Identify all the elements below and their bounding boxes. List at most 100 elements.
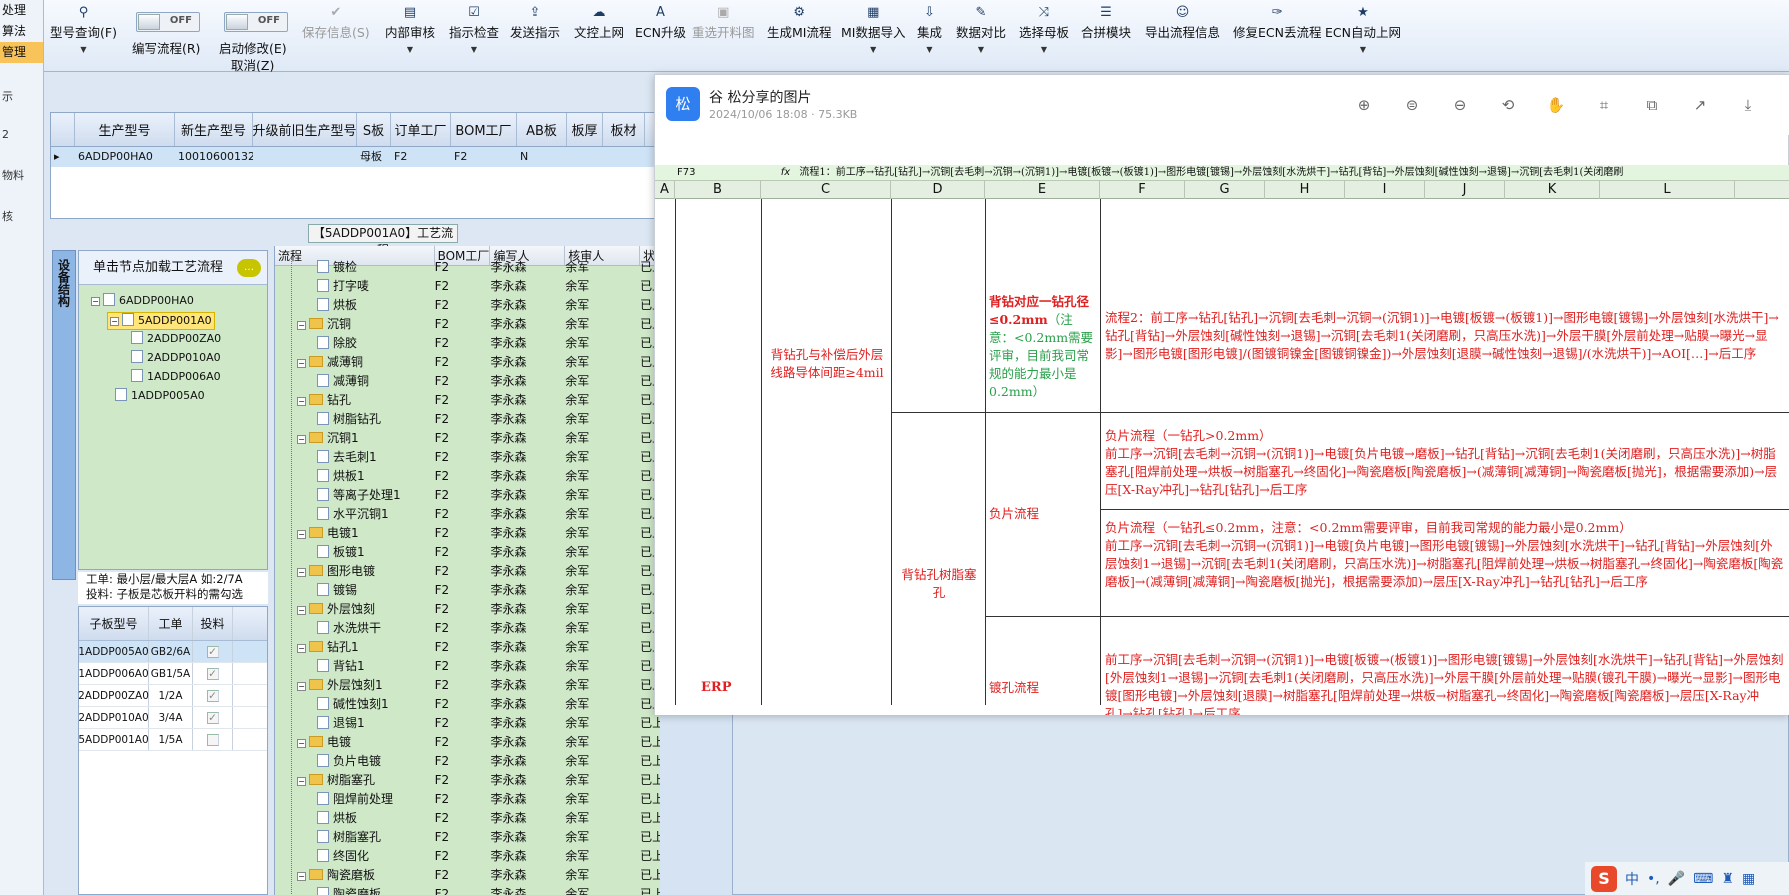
feed-checkbox[interactable]: ✓ [206, 689, 219, 702]
hand-icon[interactable]: ✋ [1544, 93, 1568, 117]
keyboard-icon[interactable]: ⌨ [1693, 871, 1713, 887]
start-modify-toggle[interactable]: OFF [224, 12, 288, 32]
tree-node-root[interactable]: −6ADDP00HA0 [91, 293, 194, 309]
flow-row[interactable]: −外层蚀刻1F2李永森余军已上 [275, 676, 660, 695]
tree-node[interactable]: 1ADDP006A0 [131, 369, 221, 385]
send-instr-button[interactable]: ⇪ 发送指示 [510, 4, 560, 68]
column-header[interactable]: 订单工厂 [391, 113, 451, 146]
shirt-icon[interactable]: ♜ [1721, 871, 1734, 887]
export-flow-button[interactable]: ☺ 导出流程信息 [1145, 4, 1220, 68]
flow-row[interactable]: 树脂塞孔 F2 李永森 余军 已上网 [275, 828, 660, 847]
gen-mi-button[interactable]: ⚙ 生成MI流程 [767, 4, 831, 68]
flow-row[interactable]: 打字唛F2李永森余军已上 [275, 277, 660, 296]
select-board-button[interactable]: ⤨ 选择母板 ▼ [1019, 4, 1069, 68]
nav-item[interactable]: 处理 [0, 0, 43, 21]
column-header[interactable]: AB板 [517, 113, 567, 146]
flow-row[interactable]: 终固化 F2 李永森 余军 已上网 [275, 847, 660, 866]
column-header[interactable]: 工单 [149, 607, 193, 640]
expand-icon[interactable]: − [297, 568, 306, 577]
rotate-icon[interactable]: ⟲ [1496, 93, 1520, 117]
tree-node[interactable]: 2ADDP00ZA0 [131, 331, 221, 347]
feed-checkbox[interactable]: ✓ [206, 667, 219, 680]
table-row[interactable]: 1ADDP005A0 GB2/6A ✓ [78, 641, 267, 663]
expand-icon[interactable]: − [297, 682, 306, 691]
flow-row[interactable]: 镀检F2李永森余军已上 [275, 258, 660, 277]
expand-icon[interactable]: − [297, 739, 306, 748]
edit-flow-toggle[interactable]: OFF [136, 12, 200, 32]
expand-icon[interactable]: − [297, 644, 306, 653]
flow-row[interactable]: −沉铜1F2李永森余军已上 [275, 429, 660, 448]
feed-checkbox[interactable]: ✓ [206, 645, 219, 658]
flow-row[interactable]: 去毛刺1F2李永森余军已上 [275, 448, 660, 467]
merge-module-button[interactable]: ☰ 合拼模块 [1081, 4, 1131, 68]
column-header[interactable]: 板厚 [567, 113, 603, 146]
column-header[interactable]: BOM工厂 [451, 113, 517, 146]
flow-row[interactable]: − 陶瓷磨板 F2 李永森 余军 已上网 [275, 866, 660, 885]
flow-row[interactable]: − 电镀 F2 李永森 余军 已上网 [275, 733, 660, 752]
column-header[interactable]: 新生产型号 [175, 113, 253, 146]
flow-row[interactable]: 板镀1F2李永森余军已上 [275, 543, 660, 562]
table-row[interactable]: 5ADDP001A0 1/5A [78, 729, 267, 751]
flow-row[interactable]: −外层蚀刻F2李永森余军已上 [275, 600, 660, 619]
expand-icon[interactable]: − [297, 606, 306, 615]
sogou-icon[interactable]: S [1591, 865, 1617, 892]
table-row[interactable]: 1ADDP006A0 GB1/5A ✓ [78, 663, 267, 685]
chat-icon[interactable]: … [237, 259, 261, 277]
flow-row[interactable]: 等离子处理1F2李永森余军已上 [275, 486, 660, 505]
nav-item[interactable]: 示 [0, 87, 43, 106]
zoom-out-icon[interactable]: ⊖ [1448, 93, 1472, 117]
flow-row[interactable]: −钻孔F2李永森余军已上 [275, 391, 660, 410]
expand-icon[interactable]: − [297, 872, 306, 881]
copy-icon[interactable]: ⧉ [1640, 93, 1664, 117]
tree-node-selected[interactable]: −5ADDP001A0 [107, 312, 215, 330]
flow-row[interactable]: 烘板 F2 李永森 余军 已上网 [275, 809, 660, 828]
expand-icon[interactable]: − [297, 397, 306, 406]
ecn-auto-button[interactable]: ★ ECN自动上网 ▼ [1325, 4, 1401, 68]
tree-node[interactable]: 2ADDP010A0 [131, 350, 221, 366]
punctuation-toggle[interactable]: •, [1647, 871, 1660, 887]
flow-row[interactable]: 烘板F2李永森余军已上 [275, 296, 660, 315]
column-header[interactable]: 升级前旧生产型号 [253, 113, 357, 146]
table-row[interactable]: 2ADDP010A0 3/4A ✓ [78, 707, 267, 729]
flow-row[interactable]: 背钻1F2李永森余军已上 [275, 657, 660, 676]
tree-node[interactable]: 1ADDP005A0 [115, 388, 205, 404]
flow-row[interactable]: 镀锡F2李永森余军已上 [275, 581, 660, 600]
column-header[interactable]: S板 [357, 113, 391, 146]
fix-ecn-button[interactable]: ✑ 修复ECN丢流程 [1233, 4, 1321, 68]
reselect-img-button[interactable]: ▣ 重选开料图 [692, 4, 755, 68]
ecn-upgrade-button[interactable]: A ECN升级 [635, 4, 686, 68]
column-header[interactable]: 板材 [603, 113, 645, 146]
mi-import-button[interactable]: ▦ MI数据导入 ▼ [841, 4, 905, 68]
save-button[interactable]: ✔ 保存信息(S) [302, 4, 370, 68]
cancel-button[interactable]: 取消(Z) [231, 55, 274, 74]
expand-icon[interactable]: − [297, 359, 306, 368]
doc-online-button[interactable]: ☁ 文控上网 [574, 4, 624, 68]
crop-icon[interactable]: ⌗ [1592, 93, 1616, 117]
download-icon[interactable]: ⤓ [1736, 93, 1760, 117]
feed-checkbox[interactable]: ✓ [206, 711, 219, 724]
flow-row[interactable]: −图形电镀F2李永森余军已上 [275, 562, 660, 581]
nav-item[interactable] [0, 106, 43, 125]
flow-row[interactable]: 水平沉铜1F2李永森余军已上 [275, 505, 660, 524]
column-header[interactable]: 生产型号 [75, 113, 175, 146]
expand-icon[interactable]: − [297, 777, 306, 786]
flow-row[interactable]: −沉铜F2李永森余军已上 [275, 315, 660, 334]
feed-checkbox[interactable] [206, 733, 219, 746]
nav-item[interactable]: 2 [0, 125, 43, 144]
flow-row[interactable]: 退锡1 F2 李永森 余军 已上网 [275, 714, 660, 733]
flow-row[interactable]: −电镀1F2李永森余军已上 [275, 524, 660, 543]
flow-row[interactable]: 陶瓷磨板 F2 李永森 余军 已上网 [275, 885, 660, 895]
nav-item[interactable]: 物料 [0, 166, 43, 185]
compare-button[interactable]: ✎ 数据对比 ▼ [956, 4, 1006, 68]
fit-icon[interactable]: ⊜ [1400, 93, 1424, 117]
zoom-in-icon[interactable]: ⊕ [1352, 93, 1376, 117]
share-icon[interactable]: ↗ [1688, 93, 1712, 117]
query-button[interactable]: ⚲ 型号查询(F) ▼ [50, 4, 117, 68]
flow-row[interactable]: −减薄铜F2李永森余军已上 [275, 353, 660, 372]
flow-row[interactable]: 碱性蚀刻1F2李永森余军已上 [275, 695, 660, 714]
expand-icon[interactable]: − [297, 435, 306, 444]
integrate-button[interactable]: ⇩ 集成 ▼ [917, 4, 942, 68]
check-instr-button[interactable]: ☑ 指示检查 ▼ [449, 4, 499, 68]
flow-row[interactable]: 减薄铜F2李永森余军已上 [275, 372, 660, 391]
flow-row[interactable]: 阻焊前处理 F2 李永森 余军 已上网 [275, 790, 660, 809]
